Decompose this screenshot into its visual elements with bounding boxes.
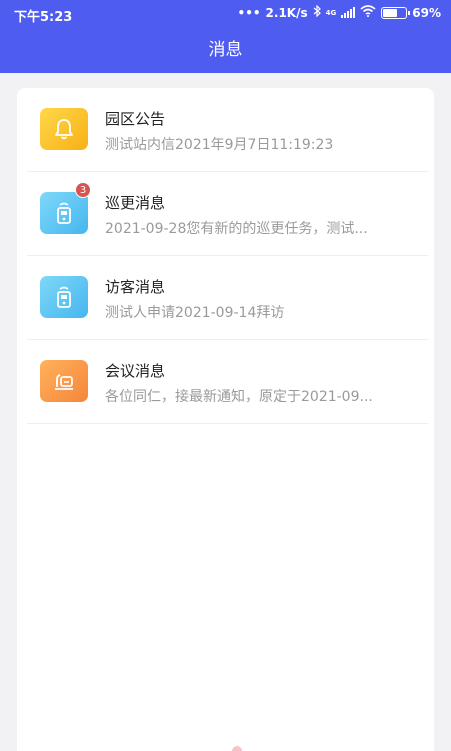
- message-preview: 测试站内信2021年9月7日11:19:23: [105, 137, 334, 153]
- status-right: ••• 2.1K/s 4G 69%: [237, 4, 441, 20]
- status-time: 下午5:23: [14, 10, 73, 25]
- message-preview: 测试人申请2021-09-14拜访: [105, 305, 285, 321]
- dots-icon: •••: [237, 5, 261, 20]
- message-item-announcement[interactable]: 园区公告 测试站内信2021年9月7日11:19:23: [17, 88, 434, 172]
- bluetooth-icon: [313, 4, 321, 20]
- message-list: 园区公告 测试站内信2021年9月7日11:19:23 3 巡更消息 2021-…: [17, 88, 434, 751]
- message-preview: 2021-09-28您有新的的巡更任务，测试...: [105, 221, 368, 237]
- visitor-device-icon: [40, 276, 88, 318]
- message-title: 园区公告: [105, 110, 166, 128]
- unread-badge: 3: [75, 182, 91, 198]
- signal-icon: [341, 7, 356, 18]
- bell-icon: [40, 108, 88, 150]
- message-title: 巡更消息: [105, 194, 166, 212]
- bottom-indicator: [232, 746, 242, 751]
- message-title: 访客消息: [105, 278, 166, 296]
- message-item-patrol[interactable]: 3 巡更消息 2021-09-28您有新的的巡更任务，测试...: [17, 172, 434, 256]
- page-title: 消息: [0, 28, 451, 73]
- message-preview: 各位同仁，接最新通知，原定于2021-09...: [105, 389, 373, 405]
- status-bar: 下午5:23 ••• 2.1K/s 4G 69%: [0, 0, 451, 28]
- message-title: 会议消息: [105, 362, 166, 380]
- patrol-device-icon: [40, 192, 88, 234]
- net-speed: 2.1K/s: [265, 5, 308, 20]
- divider: [27, 423, 428, 424]
- battery-icon: [381, 6, 411, 19]
- wifi-icon: [360, 5, 376, 20]
- battery-label: 69%: [412, 5, 441, 20]
- meeting-icon: [40, 360, 88, 402]
- message-item-visitor[interactable]: 访客消息 测试人申请2021-09-14拜访: [17, 256, 434, 340]
- network-type: 4G: [325, 8, 337, 17]
- message-item-meeting[interactable]: 会议消息 各位同仁，接最新通知，原定于2021-09...: [17, 340, 434, 424]
